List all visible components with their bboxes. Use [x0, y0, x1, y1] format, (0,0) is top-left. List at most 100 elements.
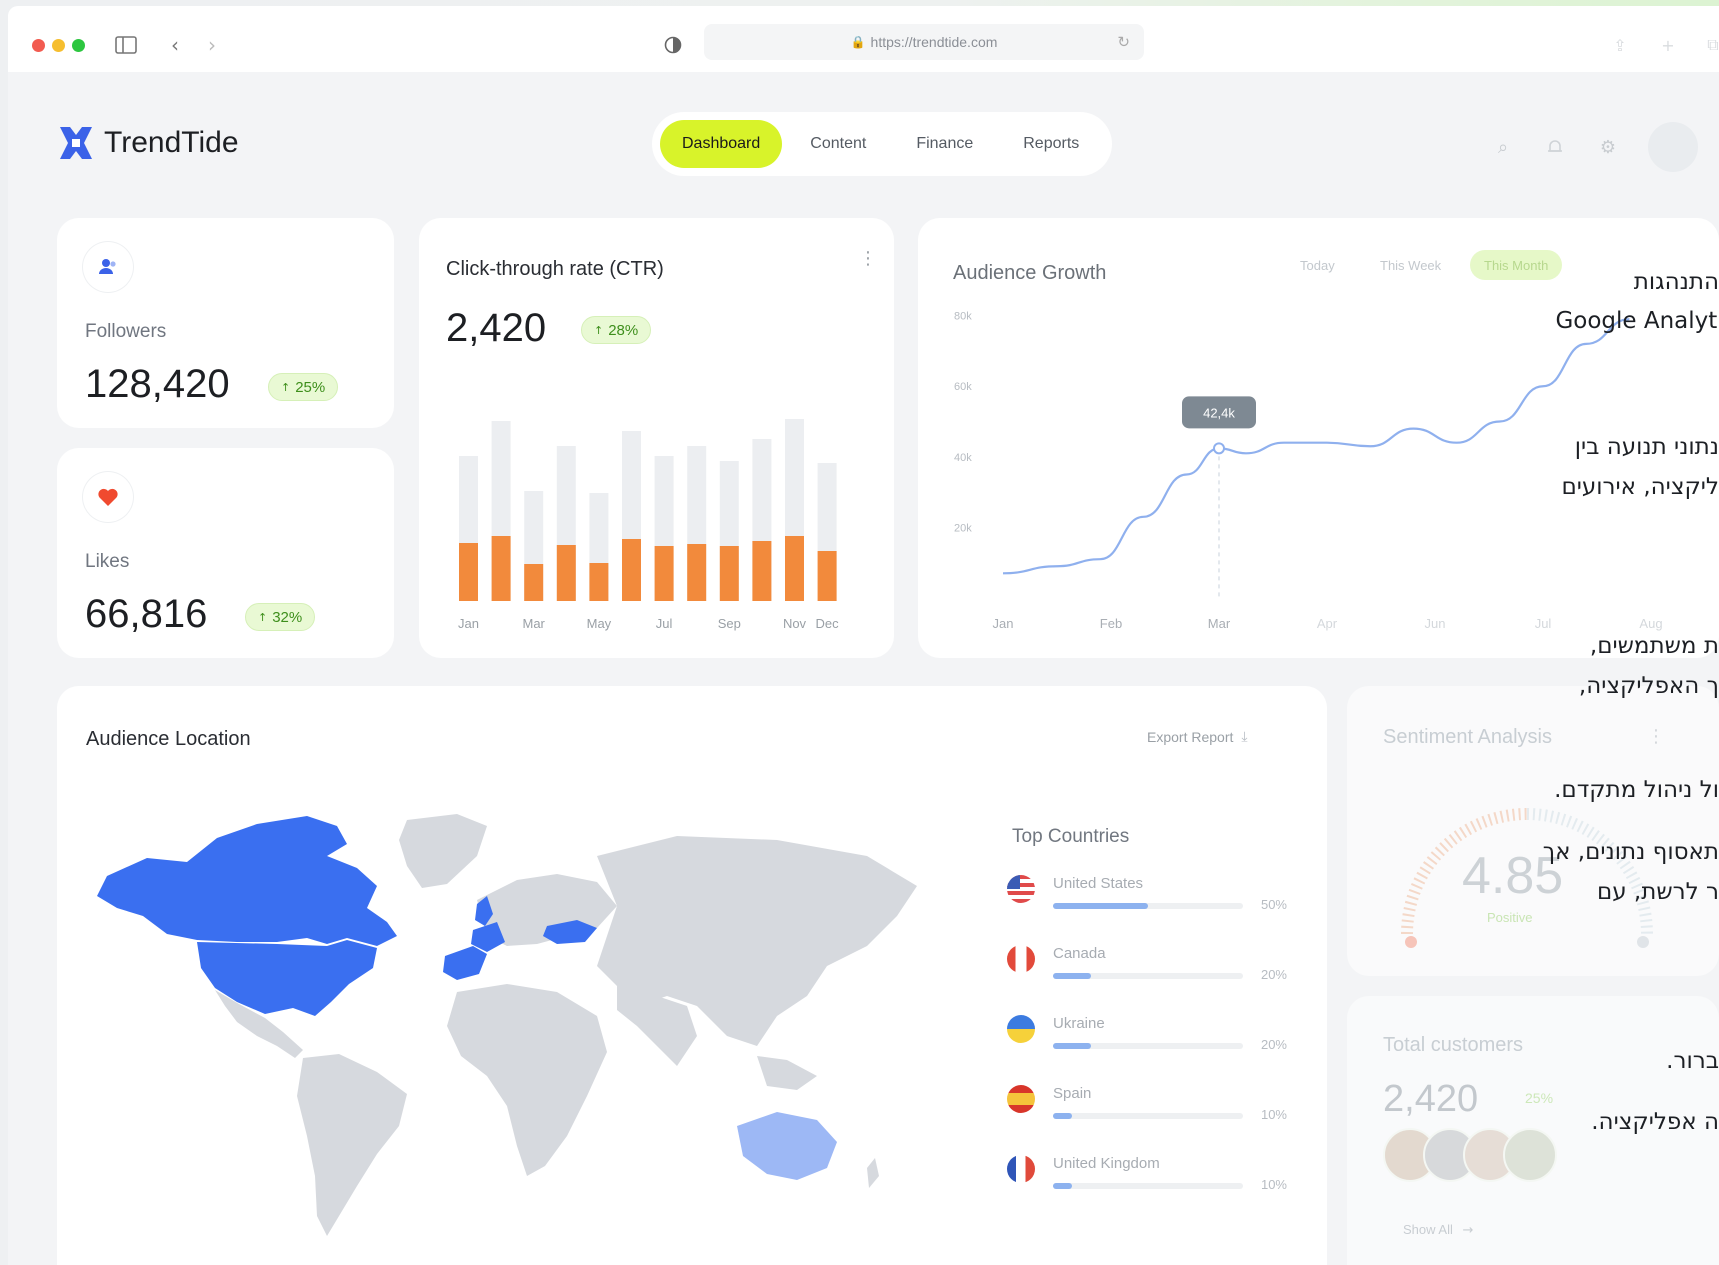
followers-value: 128,420: [85, 362, 230, 406]
avatar[interactable]: [1648, 122, 1698, 172]
country-bar-fill: [1053, 1113, 1072, 1119]
growth-x-tick-label: Jun: [1425, 616, 1446, 631]
show-all-link[interactable]: Show All →: [1403, 1222, 1473, 1238]
overlay-text-line: Google Analyti.: [1555, 308, 1719, 334]
ctr-bar[interactable]: [622, 539, 641, 601]
avatar: [1503, 1128, 1557, 1182]
map-australia: [737, 1112, 837, 1180]
country-bar-track: [1053, 903, 1243, 909]
more-options-icon[interactable]: ⋮: [1647, 726, 1665, 747]
growth-highlight-point[interactable]: [1213, 442, 1225, 455]
bell-icon[interactable]: [1538, 130, 1572, 164]
export-report-button[interactable]: Export Report ⤓: [1147, 729, 1248, 745]
ctr-x-tick-label: May: [587, 616, 612, 631]
growth-y-tick-label: 40k: [954, 452, 972, 464]
country-bar-track: [1053, 973, 1243, 979]
total-customers-title: Total customers: [1383, 1034, 1524, 1056]
country-name: Spain: [1053, 1085, 1092, 1102]
followers-card: Followers 128,420 ↑ 25%: [57, 218, 394, 428]
main-nav: Dashboard Content Finance Reports: [652, 112, 1112, 176]
map-canada: [97, 816, 397, 946]
map-usa: [197, 940, 377, 1016]
tab-reports[interactable]: Reports: [1001, 120, 1101, 168]
address-bar[interactable]: 🔒 https://trendtide.com ↻: [704, 24, 1144, 60]
top-countries-title: Top Countries: [1012, 826, 1130, 847]
back-icon[interactable]: ‹: [160, 30, 190, 60]
minimize-window-dot[interactable]: [52, 39, 65, 52]
likes-change-badge: ↑ 32%: [245, 603, 316, 631]
likes-card: Likes 66,816 ↑ 32%: [57, 448, 394, 658]
ctr-bar[interactable]: [817, 551, 837, 601]
overlay-text-line: תאסוף נתונים, אך: [1542, 839, 1719, 865]
country-bar-fill: [1053, 1043, 1091, 1049]
country-name: United Kingdom: [1053, 1155, 1160, 1172]
lock-icon: 🔒: [850, 35, 866, 49]
ctr-bar[interactable]: [719, 546, 739, 601]
shield-icon[interactable]: [658, 30, 688, 60]
ctr-x-tick-label: Sep: [718, 616, 741, 631]
growth-tooltip-label: 42,4k: [1203, 405, 1235, 420]
ctr-bar[interactable]: [687, 544, 707, 601]
share-icon[interactable]: ⇪: [1605, 30, 1635, 60]
country-name: United States: [1053, 875, 1144, 892]
flag-us-icon: [1007, 875, 1035, 903]
likes-label: Likes: [85, 551, 130, 572]
total-customers-value: 2,420: [1383, 1078, 1479, 1120]
ctr-x-tick-label: Nov: [783, 616, 807, 631]
growth-x-tick-label: Feb: [1100, 616, 1122, 631]
sentiment-label: Positive: [1487, 910, 1533, 925]
logo-icon: [60, 127, 92, 159]
tab-content[interactable]: Content: [788, 120, 888, 168]
sidebar-toggle-icon[interactable]: [111, 30, 141, 60]
overlay-text-line: ברור.: [1666, 1048, 1719, 1074]
tabs-overview-icon[interactable]: ⧉: [1698, 30, 1719, 60]
likes-value: 66,816: [85, 592, 208, 636]
growth-series-line: [1002, 318, 1630, 575]
country-bar-fill: [1053, 973, 1091, 979]
country-percent: 20%: [1260, 967, 1287, 982]
close-window-dot[interactable]: [32, 39, 45, 52]
growth-x-tick-label: Apr: [1317, 616, 1338, 631]
download-icon: ⤓: [1241, 729, 1248, 745]
forward-icon[interactable]: ›: [197, 30, 227, 60]
overlay-text-line: ך האפליקציה,: [1578, 673, 1719, 699]
users-icon: [83, 242, 133, 292]
flag-spain-icon: [1007, 1085, 1035, 1113]
reload-icon[interactable]: ↻: [1117, 33, 1130, 51]
ctr-x-tick-label: Mar: [523, 616, 546, 631]
ctr-bar[interactable]: [785, 536, 804, 601]
map-africa: [447, 984, 607, 1176]
sentiment-title: Sentiment Analysis: [1383, 726, 1552, 748]
ctr-bar[interactable]: [589, 563, 609, 601]
country-percent: 10%: [1260, 1107, 1287, 1122]
country-name: Canada: [1053, 945, 1106, 962]
gear-icon[interactable]: ⚙: [1591, 130, 1625, 164]
audience-location-title: Audience Location: [86, 728, 251, 750]
ctr-bar[interactable]: [752, 541, 772, 601]
ctr-bar[interactable]: [491, 536, 511, 601]
tab-dashboard[interactable]: Dashboard: [660, 120, 783, 168]
likes-change: 32%: [272, 608, 303, 626]
ctr-bar[interactable]: [556, 545, 576, 601]
map-south-america: [297, 1054, 407, 1236]
overlay-text-line: ה אפליקציה.: [1591, 1109, 1719, 1135]
maximize-window-dot[interactable]: [72, 39, 85, 52]
ctr-x-tick-label: Jul: [656, 616, 673, 631]
country-bar-track: [1053, 1113, 1243, 1119]
brand-logo[interactable]: TrendTide: [56, 123, 239, 163]
new-tab-icon[interactable]: +: [1653, 30, 1683, 60]
ctr-bar-chart: Jan Mar May Jul Sep Nov Dec: [458, 419, 840, 631]
customer-avatars: [1383, 1128, 1583, 1188]
arrow-up-icon: ↑: [281, 380, 291, 394]
ctr-x-tick-label: Dec: [816, 616, 840, 631]
overlay-text-line: ליקציה, אירועים: [1561, 474, 1719, 500]
search-icon[interactable]: ⌕: [1486, 130, 1520, 164]
tab-finance[interactable]: Finance: [894, 120, 995, 168]
ctr-bar[interactable]: [524, 564, 544, 601]
flag-ukraine-icon: [1007, 1015, 1035, 1043]
overlay-text-line: ול ניהול מתקדם.: [1554, 777, 1719, 803]
ctr-bar[interactable]: [654, 546, 674, 601]
ctr-bar[interactable]: [459, 543, 478, 601]
overlay-text-line: ת משתמשים,: [1589, 633, 1719, 659]
country-row-ukraine: Ukraine 20%: [1007, 1011, 1287, 1061]
